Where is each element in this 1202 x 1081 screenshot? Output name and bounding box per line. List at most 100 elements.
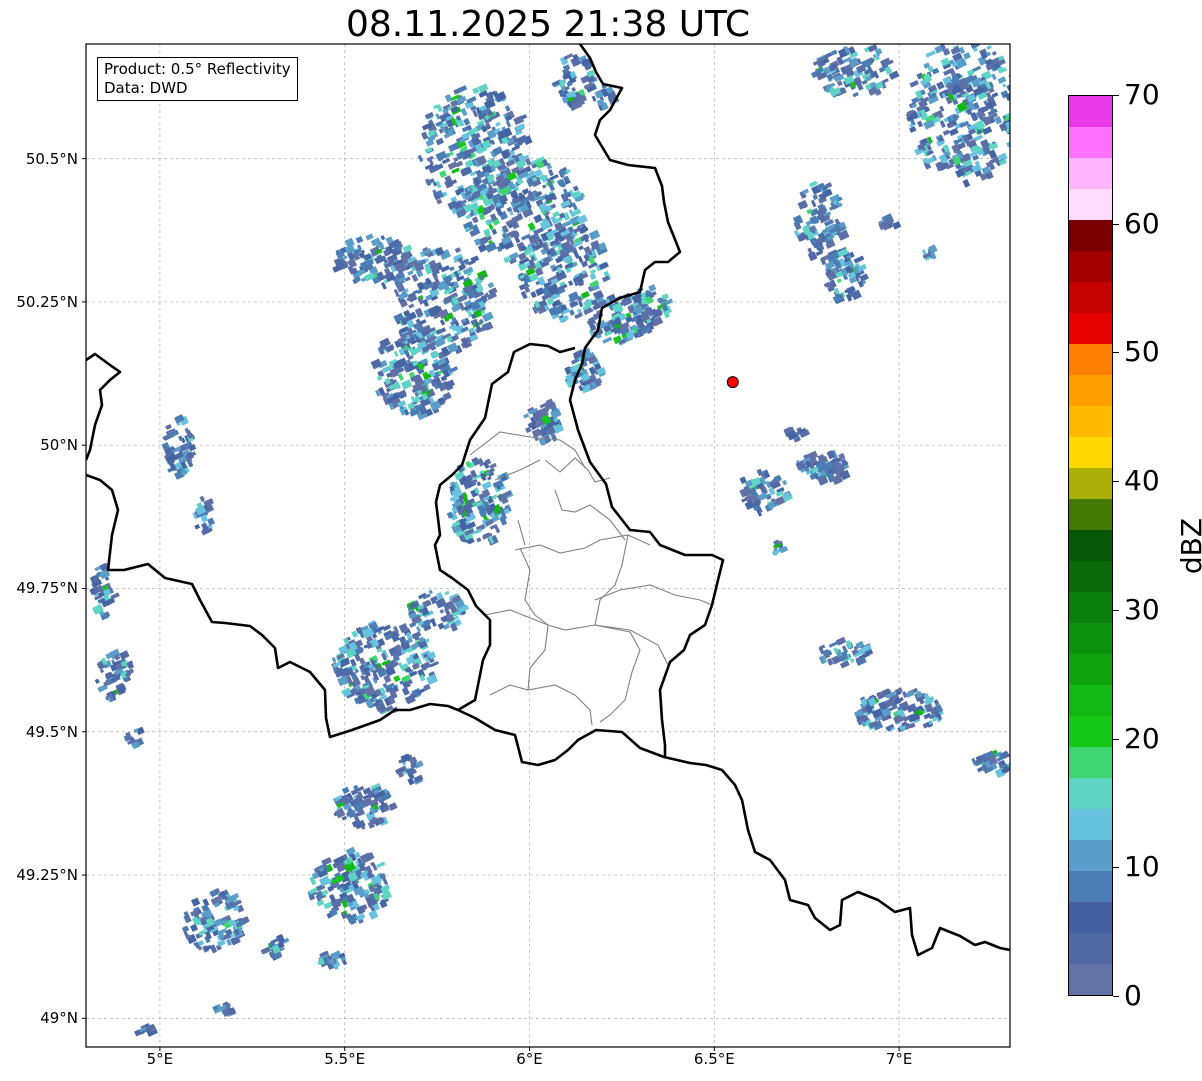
colorbar-segment [1069, 157, 1112, 189]
x-tick-label: 7°E [885, 1050, 913, 1068]
echo-cell [1011, 120, 1015, 124]
echo-cell [371, 863, 378, 871]
echo-cell [400, 379, 413, 390]
echo-cell [439, 170, 447, 178]
echo-cell [407, 777, 415, 786]
echo-cell [986, 45, 992, 50]
echo-cell [439, 319, 446, 326]
echo-cell [810, 199, 817, 208]
echo-cell [380, 235, 386, 241]
colorbar-segment [1069, 901, 1112, 933]
echo-cell [393, 350, 399, 358]
echo-cell [962, 179, 971, 188]
colorbar-segment [1069, 498, 1112, 530]
echo-cell [191, 897, 201, 907]
radar-map [82, 35, 1020, 1051]
echo-cell [486, 476, 492, 481]
y-tick-label: 50°N [40, 436, 78, 455]
colorbar-segment [1069, 963, 1112, 995]
colorbar-segment [1069, 219, 1112, 251]
echo-cell [567, 280, 574, 287]
echo-cell [533, 214, 543, 224]
echo-cell [909, 126, 917, 134]
colorbar-segment [1069, 188, 1112, 220]
echo-cell [569, 309, 575, 316]
echo-cell [430, 619, 437, 627]
echo-cell [942, 129, 950, 136]
colorbar-tick-label: 20 [1124, 721, 1160, 755]
colorbar-segment [1069, 312, 1112, 344]
echo-cell [331, 657, 337, 663]
echo-cell [401, 686, 410, 696]
y-tick-label: 49.25°N [16, 866, 78, 885]
colorbar-segment [1069, 746, 1112, 778]
colorbar-segment [1069, 250, 1112, 282]
echo-cell [921, 249, 927, 255]
colorbar-segment [1069, 715, 1112, 747]
echo-cell [491, 228, 498, 235]
y-tick-label: 49.75°N [16, 579, 78, 598]
echo-cell [481, 481, 492, 490]
echo-cell [199, 495, 206, 503]
echo-cell [925, 156, 935, 165]
info-box: Product: 0.5° Reflectivity Data: DWD [97, 57, 298, 101]
reflectivity-echoes [89, 35, 1020, 1037]
echo-cell [982, 126, 993, 135]
x-tick-label: 5°E [146, 1050, 174, 1068]
colorbar-tick-mark [1113, 867, 1119, 869]
echo-cell [994, 115, 1003, 125]
colorbar-tick-mark [1113, 609, 1119, 611]
x-tick-label: 5.5°E [324, 1050, 366, 1068]
echo-cell [917, 120, 924, 128]
echo-cell [648, 284, 657, 292]
echo-cell [477, 243, 488, 253]
echo-cell [563, 53, 574, 61]
echo-cell [428, 589, 433, 595]
echo-cell [449, 266, 455, 272]
echo-cell [411, 273, 419, 282]
echo-cell [393, 675, 401, 683]
echo-cell [963, 52, 971, 60]
echo-cell [456, 85, 468, 94]
colorbar-segment [1069, 374, 1112, 406]
colorbar-tick-label: 30 [1124, 592, 1160, 626]
colorbar-tick-label: 40 [1124, 464, 1160, 498]
echo-cell [504, 105, 511, 112]
echo-cell [190, 923, 199, 932]
echo-cell [181, 925, 190, 933]
product-label: Product: 0.5° Reflectivity [104, 60, 291, 78]
echo-cell [807, 247, 814, 255]
colorbar-tick-label: 10 [1124, 850, 1160, 884]
y-tick-label: 50.5°N [25, 149, 78, 168]
echo-cell [744, 500, 755, 511]
echo-cell [572, 185, 579, 192]
echo-cell [812, 194, 819, 201]
radar-site-marker [726, 376, 739, 389]
colorbar-segment [1069, 343, 1112, 375]
echo-cell [439, 609, 445, 614]
colorbar-tick-mark [1113, 738, 1119, 740]
echo-cell [1006, 82, 1010, 91]
echo-cell [463, 117, 471, 126]
echo-cell [852, 91, 859, 98]
echo-cell [839, 660, 850, 669]
echo-cell [485, 241, 498, 253]
echo-cell [957, 35, 963, 40]
echo-cell [207, 517, 216, 526]
x-tick-label: 6°E [516, 1050, 543, 1068]
y-tick-label: 49°N [40, 1009, 78, 1028]
colorbar-tick-label: 60 [1124, 206, 1160, 240]
echo-cell [437, 622, 445, 630]
echo-cell [408, 303, 415, 309]
colorbar-segment [1069, 591, 1112, 623]
echo-cell [444, 607, 451, 617]
colorbar-tick-mark [1113, 95, 1119, 96]
echo-cell [415, 626, 421, 633]
colorbar-tick-mark [1113, 996, 1119, 997]
echo-cell [341, 815, 348, 821]
echo-cell [523, 413, 530, 419]
echo-cell [991, 73, 997, 81]
echo-cell [1013, 98, 1020, 104]
echo-cell [382, 877, 389, 885]
canton-borders [469, 431, 713, 726]
